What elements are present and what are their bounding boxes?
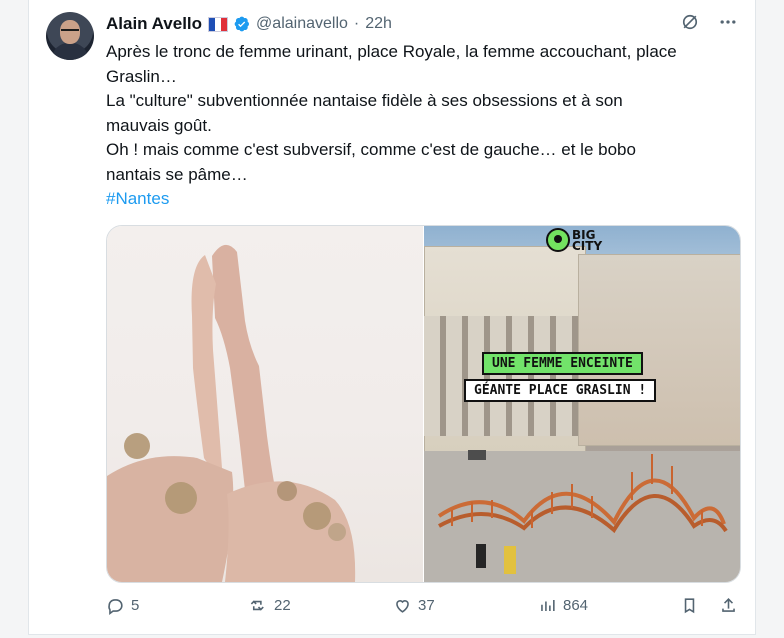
top-right-actions: [680, 12, 738, 32]
more-icon[interactable]: [718, 12, 738, 32]
share-icon: [722, 598, 735, 612]
repost-icon: [250, 600, 264, 611]
overlay-text-line1: UNE FEMME ENCEINTE: [482, 352, 643, 375]
scene-overlay: [424, 450, 740, 582]
tweet-time[interactable]: 22h: [365, 15, 392, 33]
tweet-text-line: Après le tronc de femme urinant, place R…: [106, 42, 677, 61]
reply-button[interactable]: 5: [106, 596, 139, 615]
author-name[interactable]: Alain Avello: [106, 14, 202, 34]
overlay-text-line2: GÉANTE PLACE GRASLIN !: [464, 379, 657, 402]
like-icon: [396, 600, 409, 613]
repost-button[interactable]: 22: [249, 596, 291, 615]
separator-dot: ·: [353, 15, 360, 32]
like-count: 37: [418, 597, 435, 614]
views-count: 864: [563, 597, 589, 614]
tweet-text-line: La "culture" subventionnée nantaise fidè…: [106, 91, 623, 110]
verified-badge-icon: [234, 16, 250, 32]
big-city-logo-text: BIG CITY: [572, 228, 603, 253]
hashtag-link[interactable]: #Nantes: [106, 187, 756, 212]
views-button[interactable]: 864: [538, 596, 588, 615]
sculpture-illustration: [107, 244, 356, 582]
author-handle[interactable]: @alainavello: [256, 15, 348, 33]
big-city-logo: BIG CITY: [544, 226, 622, 256]
reply-count: 5: [131, 597, 140, 614]
tweet-text-line: mauvais goût.: [106, 115, 212, 135]
avatar-glasses: [61, 29, 79, 35]
share-button[interactable]: [719, 596, 738, 615]
repost-count: 22: [274, 597, 291, 614]
tweet-text-line: nantais se pâme…: [106, 164, 248, 184]
tweet-text-line: Oh ! mais comme c'est subversif, comme c…: [106, 140, 636, 159]
tweet-actions: 5 22 37 864: [106, 596, 739, 620]
tweet-header: Alain Avello @alainavello · 22h: [106, 14, 392, 34]
like-button[interactable]: 37: [393, 596, 435, 615]
bookmark-icon: [684, 598, 695, 614]
grok-icon[interactable]: [680, 12, 700, 32]
tweet-text-line: Graslin…: [106, 66, 177, 86]
bookmark-button[interactable]: [680, 596, 699, 615]
reply-icon: [108, 599, 123, 615]
media-gallery[interactable]: BIG CITY UNE FEMME ENCEINTE GÉANTE PLACE…: [106, 225, 741, 583]
france-flag-icon: [208, 16, 229, 32]
avatar-suit: [52, 43, 88, 60]
tweet-text: Après le tronc de femme urinant, place R…: [106, 40, 756, 212]
views-icon: [541, 599, 555, 612]
graslin-photo[interactable]: BIG CITY UNE FEMME ENCEINTE GÉANTE PLACE…: [424, 226, 740, 582]
sculpture-photo[interactable]: [107, 226, 423, 582]
avatar[interactable]: [46, 12, 94, 60]
